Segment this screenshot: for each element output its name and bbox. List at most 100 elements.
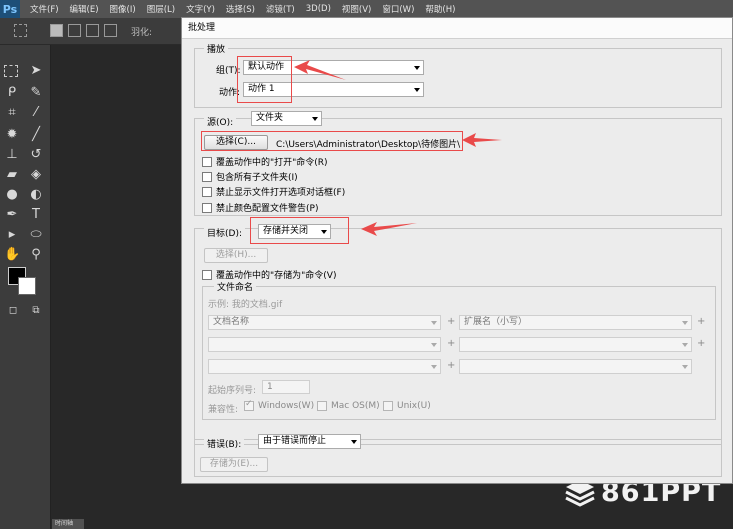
checkbox-box	[202, 202, 212, 213]
add-selection-icon[interactable]	[68, 24, 81, 37]
naming-field-3[interactable]	[208, 337, 441, 352]
checkbox-box	[317, 401, 327, 411]
errors-select[interactable]: 由于错误而停止	[258, 434, 361, 449]
errors-label: 错误(B):	[204, 437, 245, 450]
file-naming-legend: 文件命名	[214, 280, 257, 293]
chevron-down-icon	[351, 440, 357, 444]
chevron-down-icon	[431, 365, 437, 369]
chevron-down-icon	[431, 343, 437, 347]
chevron-down-icon	[431, 321, 437, 325]
pen-tool-icon[interactable]: ✒	[4, 207, 20, 223]
checkbox-box	[202, 186, 212, 197]
marquee-preset-icon[interactable]	[14, 24, 27, 37]
crop-tool-icon[interactable]: ⌗	[4, 105, 20, 121]
checkbox-checked-box: ✓	[244, 399, 254, 411]
naming-field-6[interactable]	[459, 359, 692, 374]
play-legend: 播放	[204, 42, 229, 55]
plus-icon: +	[697, 316, 706, 327]
override-open-checkbox[interactable]: 覆盖动作中的"打开"命令(R)	[202, 155, 328, 168]
annotation-arrow-icon	[294, 60, 346, 80]
naming-field-1-value: 文档名称	[213, 317, 250, 327]
compat-windows-label: Windows(W)	[258, 401, 315, 411]
new-selection-icon[interactable]	[50, 24, 63, 37]
compat-label: 兼容性:	[208, 405, 239, 415]
plus-icon: +	[447, 316, 456, 327]
menubar: Ps 文件(F) 编辑(E) 图像(I) 图层(L) 文字(Y) 选择(S) 滤…	[0, 0, 733, 18]
zoom-tool-icon[interactable]: ⚲	[28, 247, 44, 263]
feather-label: 羽化:	[131, 28, 153, 38]
move-tool-icon[interactable]: ➤	[28, 63, 44, 79]
toolbox: ➤ ᑭ ✎ ⌗ ⁄ ✹ ╱ ⊥ ↺ ▰ ◈ ● ◐ ✒ T ▸ ⬭ ✋ ⚲ ◻ …	[0, 45, 51, 529]
naming-field-1[interactable]: 文档名称	[208, 315, 441, 330]
source-value: 文件夹	[256, 113, 284, 123]
menu-window[interactable]: 窗口(W)	[382, 3, 414, 15]
quick-select-icon[interactable]: ✎	[28, 85, 44, 101]
path-select-icon[interactable]: ▸	[4, 227, 20, 243]
save-as-button[interactable]: 存储为(E)...	[200, 457, 268, 472]
compat-macos-label: Mac OS(M)	[331, 401, 380, 411]
menu-help[interactable]: 帮助(H)	[425, 3, 455, 15]
annotation-arrow-icon	[462, 133, 502, 147]
compat-windows-checkbox[interactable]: ✓ Windows(W)	[244, 399, 315, 411]
annotation-arrow-icon	[361, 222, 417, 236]
compat-macos-checkbox[interactable]: Mac OS(M)	[317, 401, 380, 411]
annotation-box-source	[201, 131, 463, 151]
plus-icon: +	[697, 338, 706, 349]
compat-unix-checkbox[interactable]: Unix(U)	[383, 401, 431, 411]
marquee-tool-icon[interactable]	[4, 65, 18, 77]
chevron-down-icon	[414, 66, 420, 70]
errors-value: 由于错误而停止	[263, 436, 327, 446]
clone-stamp-icon[interactable]: ⊥	[4, 147, 20, 163]
naming-field-5[interactable]	[208, 359, 441, 374]
compat-unix-label: Unix(U)	[397, 401, 431, 411]
naming-field-2[interactable]: 扩展名（小写）	[459, 315, 692, 330]
quick-mask-icon[interactable]: ◻	[5, 303, 21, 319]
history-brush-icon[interactable]: ↺	[28, 147, 44, 163]
source-label: 源(O):	[204, 115, 237, 128]
subtract-selection-icon[interactable]	[86, 24, 99, 37]
timeline-tab[interactable]: 时间轴	[52, 519, 84, 529]
ellipse-tool-icon[interactable]: ⬭	[28, 227, 44, 243]
chevron-down-icon	[682, 343, 688, 347]
intersect-selection-icon[interactable]	[104, 24, 117, 37]
menu-select[interactable]: 选择(S)	[226, 3, 255, 15]
start-serial-input[interactable]: 1	[262, 380, 310, 394]
lasso-tool-icon[interactable]: ᑭ	[4, 85, 20, 101]
dodge-tool-icon[interactable]: ◐	[28, 187, 44, 203]
healing-brush-icon[interactable]: ✹	[4, 127, 20, 143]
hand-tool-icon[interactable]: ✋	[4, 247, 20, 263]
include-subfolders-checkbox[interactable]: 包含所有子文件夹(I)	[202, 170, 298, 183]
suppress-color-warning-checkbox[interactable]: 禁止颜色配置文件警告(P)	[202, 201, 318, 214]
menu-type[interactable]: 文字(Y)	[186, 3, 215, 15]
menu-3d[interactable]: 3D(D)	[306, 4, 331, 14]
menu-layer[interactable]: 图层(L)	[147, 3, 175, 15]
suppress-open-dialog-label: 禁止显示文件打开选项对话框(F)	[216, 188, 346, 198]
eraser-tool-icon[interactable]: ▰	[4, 167, 20, 183]
suppress-color-warning-label: 禁止颜色配置文件警告(P)	[216, 204, 319, 214]
blur-tool-icon[interactable]: ●	[4, 187, 20, 203]
suppress-open-dialog-checkbox[interactable]: 禁止显示文件打开选项对话框(F)	[202, 185, 345, 198]
naming-field-4[interactable]	[459, 337, 692, 352]
menu-edit[interactable]: 编辑(E)	[70, 3, 99, 15]
batch-dialog: 批处理 播放 组(T): 默认动作 动作: 动作 1 源(O): 文件夹 选择(…	[181, 17, 733, 484]
destination-label: 目标(D):	[204, 226, 245, 239]
checkbox-box	[202, 156, 212, 167]
screen-mode-icon[interactable]: ⧉	[28, 303, 44, 319]
brush-tool-icon[interactable]: ╱	[28, 127, 44, 143]
annotation-box-destination	[250, 217, 349, 244]
menu-filter[interactable]: 滤镜(T)	[266, 3, 295, 15]
source-select[interactable]: 文件夹	[251, 111, 322, 126]
menu-view[interactable]: 视图(V)	[342, 3, 371, 15]
start-serial-label: 起始序列号:	[208, 386, 257, 396]
eyedropper-icon[interactable]: ⁄	[28, 105, 44, 121]
gradient-tool-icon[interactable]: ◈	[28, 167, 44, 183]
menu-image[interactable]: 图像(I)	[110, 3, 136, 15]
annotation-box-group	[237, 56, 292, 103]
naming-example: 示例: 我的文档.gif	[208, 300, 283, 310]
dialog-title: 批处理	[182, 18, 732, 39]
background-color-swatch[interactable]	[18, 277, 36, 295]
menu-file[interactable]: 文件(F)	[30, 3, 59, 15]
override-open-label: 覆盖动作中的"打开"命令(R)	[216, 158, 328, 168]
type-tool-icon[interactable]: T	[28, 207, 44, 223]
destination-choose-button[interactable]: 选择(H)...	[204, 248, 268, 263]
